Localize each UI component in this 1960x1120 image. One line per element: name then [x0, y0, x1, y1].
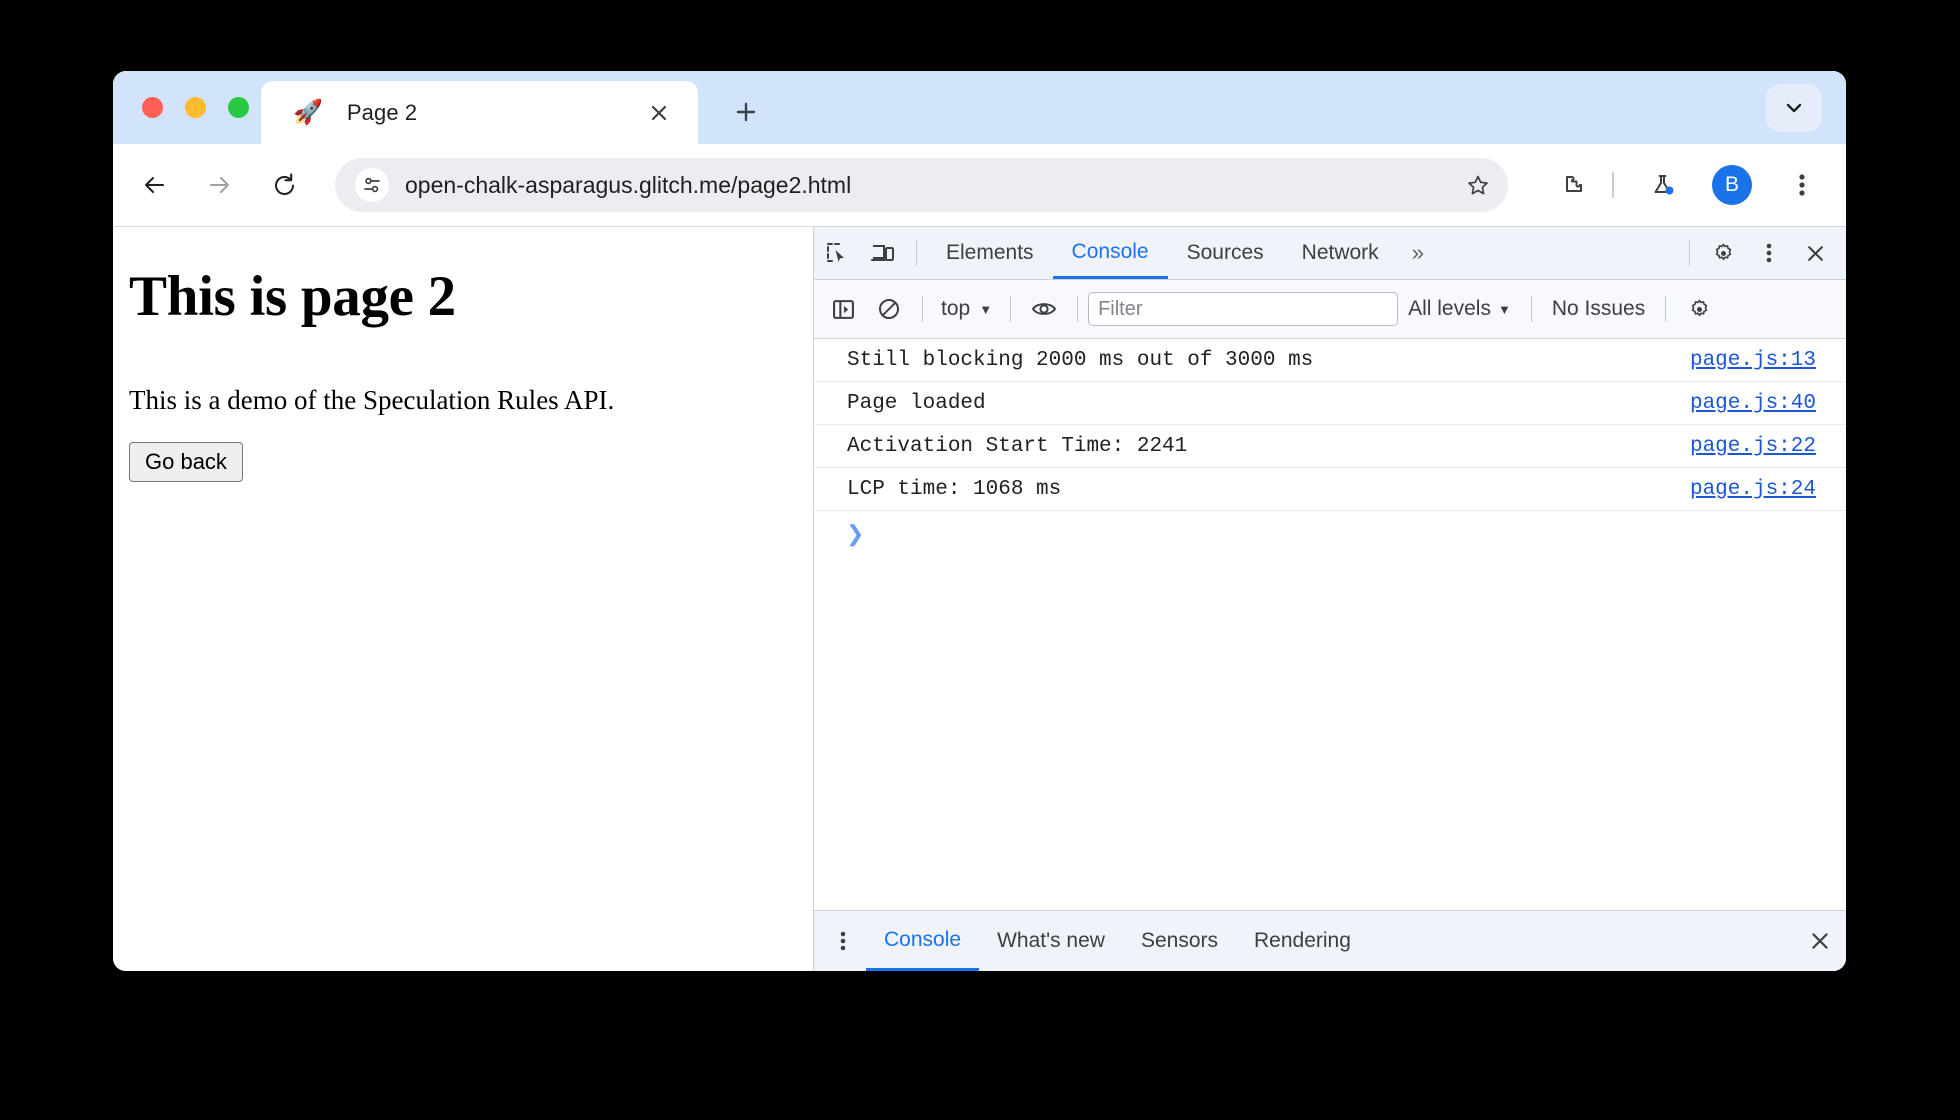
tab-search-button[interactable] [1766, 84, 1822, 132]
issues-counter[interactable]: No Issues [1542, 297, 1655, 321]
page-heading: This is page 2 [129, 265, 456, 328]
console-message-list[interactable]: Still blocking 2000 ms out of 3000 ms pa… [814, 339, 1846, 910]
toolbar-divider [1530, 296, 1532, 322]
close-tab-icon[interactable] [642, 96, 676, 130]
console-filter-toolbar: top ▼ All levels ▼ No Issues [814, 280, 1846, 339]
tab-elements[interactable]: Elements [927, 227, 1053, 279]
url-text: open-chalk-asparagus.glitch.me/page2.htm… [405, 171, 852, 198]
console-message-row[interactable]: Activation Start Time: 2241 page.js:22 [814, 425, 1846, 468]
drawer-tab-rendering[interactable]: Rendering [1236, 911, 1369, 971]
browser-tab[interactable]: 🚀 Page 2 [261, 81, 698, 144]
site-settings-icon[interactable] [355, 168, 389, 202]
console-message-text: Still blocking 2000 ms out of 3000 ms [847, 348, 1314, 372]
console-message-row[interactable]: Still blocking 2000 ms out of 3000 ms pa… [814, 339, 1846, 382]
toolbar-divider [1665, 296, 1667, 322]
devtools-settings-gear-icon[interactable] [1700, 233, 1746, 273]
console-message-source-link[interactable]: page.js:22 [1690, 435, 1816, 458]
back-button[interactable] [132, 162, 178, 208]
go-back-button[interactable]: Go back [129, 442, 243, 482]
chevron-down-icon: ▼ [1497, 301, 1511, 317]
prompt-chevron-icon: ❯ [846, 521, 865, 546]
devtools-close-icon[interactable] [1792, 233, 1838, 273]
tab-strip: 🚀 Page 2 [113, 71, 1846, 144]
toolbar-divider [1612, 172, 1614, 198]
console-settings-gear-icon[interactable] [1676, 289, 1722, 329]
toolbar-divider [1010, 296, 1012, 322]
console-message-source-link[interactable]: page.js:24 [1690, 478, 1816, 501]
clear-console-icon[interactable] [866, 289, 912, 329]
chevron-down-icon: ▼ [979, 301, 993, 317]
console-message-row[interactable]: LCP time: 1068 ms page.js:24 [814, 468, 1846, 511]
levels-label: All levels [1408, 297, 1491, 320]
toolbar-divider [916, 240, 917, 266]
navigation-toolbar: open-chalk-asparagus.glitch.me/page2.htm… [113, 144, 1846, 226]
toolbar-divider [1689, 240, 1690, 266]
console-message-text: Activation Start Time: 2241 [847, 434, 1188, 458]
toolbar-divider [1077, 296, 1079, 322]
browser-window: 🚀 Page 2 open-chalk-asparagus.glitch.me/… [113, 71, 1846, 971]
inspect-element-icon[interactable] [814, 233, 860, 273]
drawer-menu-icon[interactable] [820, 921, 866, 961]
tab-title: Page 2 [346, 99, 418, 125]
window-close-button[interactable] [142, 97, 163, 118]
tab-console[interactable]: Console [1052, 227, 1168, 279]
drawer-tab-whats-new[interactable]: What's new [979, 911, 1123, 971]
context-label: top [941, 297, 971, 320]
console-message-text: Page loaded [847, 391, 986, 415]
devtools-panel: Elements Console Sources Network » top ▼… [813, 226, 1846, 971]
devtools-drawer-tab-bar: Console What's new Sensors Rendering [814, 910, 1846, 971]
web-page-viewport: This is page 2 This is a demo of the Spe… [113, 226, 813, 971]
page-paragraph: This is a demo of the Speculation Rules … [129, 385, 615, 415]
more-tabs-chevron-icon[interactable]: » [1398, 240, 1438, 266]
toolbar-divider [922, 296, 923, 322]
address-bar[interactable]: open-chalk-asparagus.glitch.me/page2.htm… [335, 158, 1508, 212]
window-zoom-button[interactable] [228, 97, 249, 118]
rocket-favicon-icon: 🚀 [293, 98, 323, 126]
console-message-source-link[interactable]: page.js:40 [1690, 392, 1816, 415]
live-expression-eye-icon[interactable] [1021, 289, 1067, 329]
browser-menu-icon[interactable] [1780, 163, 1824, 207]
bookmark-star-icon[interactable] [1456, 163, 1500, 207]
forward-button[interactable] [196, 162, 242, 208]
content-area: This is page 2 This is a demo of the Spe… [113, 226, 1846, 971]
devtools-tab-bar: Elements Console Sources Network » [814, 227, 1846, 280]
tab-network[interactable]: Network [1283, 227, 1398, 279]
labs-flask-icon[interactable] [1642, 163, 1686, 207]
profile-avatar[interactable]: B [1712, 165, 1752, 205]
console-filter-input[interactable] [1088, 292, 1399, 326]
console-message-source-link[interactable]: page.js:13 [1690, 349, 1816, 372]
device-toolbar-icon[interactable] [860, 233, 906, 273]
drawer-tab-sensors[interactable]: Sensors [1123, 911, 1236, 971]
console-prompt[interactable]: ❯ [814, 511, 1846, 557]
extensions-puzzle-icon[interactable] [1552, 163, 1596, 207]
console-sidebar-toggle-icon[interactable] [820, 289, 866, 329]
screen: 🚀 Page 2 open-chalk-asparagus.glitch.me/… [0, 0, 1960, 1120]
new-tab-button[interactable] [724, 90, 768, 134]
console-message-text: LCP time: 1068 ms [847, 477, 1062, 501]
tab-sources[interactable]: Sources [1168, 227, 1283, 279]
log-levels-selector[interactable]: All levels ▼ [1398, 297, 1521, 321]
drawer-close-icon[interactable] [1794, 919, 1846, 963]
drawer-tab-console[interactable]: Console [866, 911, 980, 971]
window-minimize-button[interactable] [185, 97, 206, 118]
reload-button[interactable] [261, 162, 307, 208]
devtools-more-menu-icon[interactable] [1746, 233, 1792, 273]
window-controls [142, 97, 249, 118]
console-context-selector[interactable]: top ▼ [933, 297, 1000, 321]
console-message-row[interactable]: Page loaded page.js:40 [814, 382, 1846, 425]
